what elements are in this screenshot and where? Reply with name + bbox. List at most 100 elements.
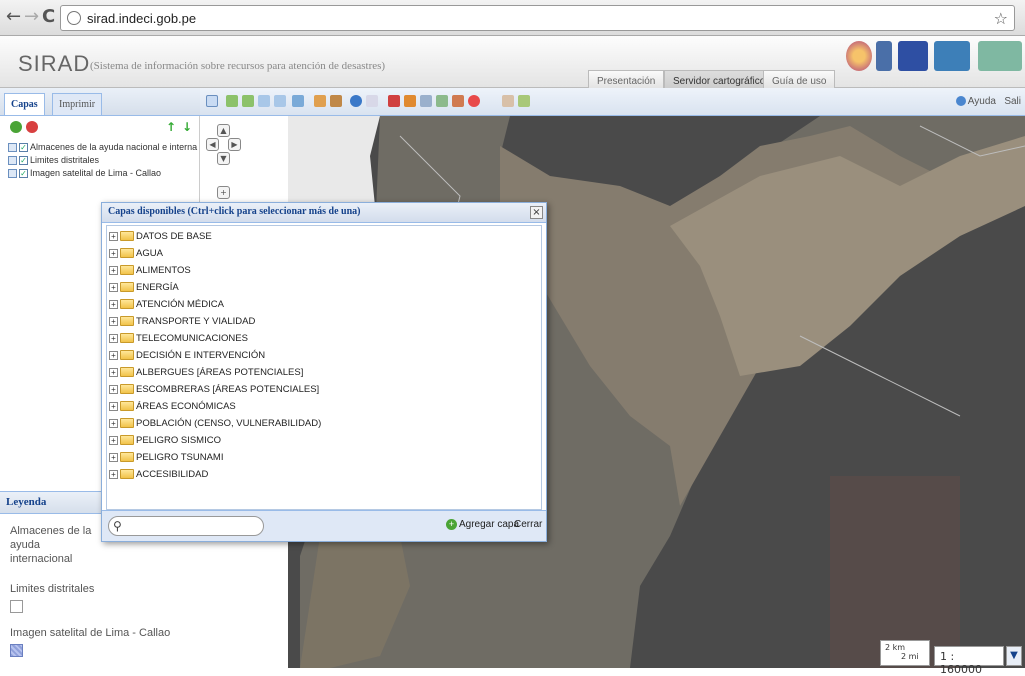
expand-icon[interactable]: + — [109, 333, 118, 343]
expand-icon[interactable]: + — [109, 282, 118, 292]
expand-icon[interactable]: + — [109, 248, 118, 258]
print-icon[interactable] — [518, 95, 530, 107]
folder-label: PELIGRO SISMICO — [136, 435, 221, 446]
tree-folder-item[interactable]: + POBLACIÓN (CENSO, VULNERABILIDAD) — [109, 416, 539, 433]
expand-icon[interactable]: + — [109, 299, 118, 309]
expand-icon[interactable]: + — [109, 418, 118, 428]
scale-mi: 2 mi — [901, 652, 919, 661]
tree-folder-item[interactable]: + DATOS DE BASE — [109, 229, 539, 246]
layer-item[interactable]: ✓ Imagen satelital de Lima - Callao — [8, 168, 198, 181]
layer-tools: ↑ ↓ — [4, 120, 196, 138]
browser-toolbar: ← → C sirad.indeci.gob.pe ☆ — [0, 0, 1025, 36]
tree-folder-item[interactable]: + ENERGÍA — [109, 280, 539, 297]
tab-imprimir[interactable]: Imprimir — [52, 93, 103, 115]
tree-folder-item[interactable]: + AGUA — [109, 246, 539, 263]
area-icon[interactable] — [330, 95, 342, 107]
scale-km: 2 km — [885, 643, 906, 652]
measure-icon[interactable] — [314, 95, 326, 107]
delete-icon[interactable] — [468, 95, 480, 107]
full-extent-icon[interactable] — [292, 95, 304, 107]
pan-icon[interactable] — [206, 95, 218, 107]
expand-icon[interactable]: + — [109, 452, 118, 462]
draw-polygon-icon[interactable] — [420, 95, 432, 107]
move-down-icon[interactable]: ↓ — [182, 120, 192, 134]
scale-select[interactable]: 1 : 160000 — [934, 646, 1004, 676]
info-icon[interactable] — [350, 95, 362, 107]
tree-folder-item[interactable]: + PELIGRO SISMICO — [109, 433, 539, 450]
search-icon: ⚲ — [113, 519, 122, 533]
forward-icon[interactable]: → — [24, 8, 39, 26]
folder-label: ALBERGUES [ÁREAS POTENCIALES] — [136, 367, 304, 378]
expand-icon[interactable]: + — [109, 265, 118, 275]
previous-view-icon[interactable] — [258, 95, 270, 107]
url-text: sirad.indeci.gob.pe — [87, 11, 197, 26]
layer-item[interactable]: ✓ Limites distritales — [8, 155, 198, 168]
close-button[interactable]: Cerrar — [514, 519, 542, 530]
folder-label: ENERGÍA — [136, 282, 179, 293]
help-label: Ayuda — [967, 96, 996, 107]
layer-checkbox[interactable]: ✓ — [19, 156, 28, 166]
exit-link[interactable]: Sali — [1004, 96, 1021, 107]
tree-folder-item[interactable]: + PELIGRO TSUNAMI — [109, 450, 539, 467]
pdf-icon[interactable] — [502, 95, 514, 107]
tree-folder-item[interactable]: + ESCOMBRERAS [ÁREAS POTENCIALES] — [109, 382, 539, 399]
folder-label: PELIGRO TSUNAMI — [136, 452, 224, 463]
expand-icon[interactable]: + — [109, 435, 118, 445]
marker-icon[interactable] — [388, 95, 400, 107]
coopi-logo — [978, 41, 1022, 71]
layer-tree: + DATOS DE BASE + AGUA + ALIMENTOS + ENERGÍA + AT… — [106, 225, 542, 510]
expand-icon[interactable]: + — [109, 231, 118, 241]
tree-folder-item[interactable]: + TELECOMUNICACIONES — [109, 331, 539, 348]
tree-folder-item[interactable]: + ALIMENTOS — [109, 263, 539, 280]
expand-icon[interactable]: + — [109, 350, 118, 360]
expand-icon[interactable]: + — [109, 401, 118, 411]
close-icon[interactable]: × — [530, 206, 543, 219]
layer-item[interactable]: ✓ Almacenes de la ayuda nacional e intern… — [8, 142, 198, 155]
next-view-icon[interactable] — [274, 95, 286, 107]
pan-right-icon[interactable]: ▶ — [228, 138, 241, 151]
clear-icon[interactable] — [366, 95, 378, 107]
zoom-out-icon[interactable] — [242, 95, 254, 107]
draw-line-icon[interactable] — [404, 95, 416, 107]
layer-checkbox[interactable]: ✓ — [19, 169, 28, 179]
help-link[interactable]: Ayuda Sali — [955, 96, 1021, 107]
undp-logo — [876, 41, 892, 71]
back-icon[interactable]: ← — [6, 8, 21, 26]
folder-label: ATENCIÓN MÉDICA — [136, 299, 224, 310]
tree-folder-item[interactable]: + ALBERGUES [ÁREAS POTENCIALES] — [109, 365, 539, 382]
tree-folder-item[interactable]: + ACCESIBILIDAD — [109, 467, 539, 484]
pan-up-icon[interactable]: ▲ — [217, 124, 230, 137]
expand-icon[interactable]: + — [109, 367, 118, 377]
zoom-plus-icon[interactable]: + — [217, 186, 230, 199]
bookmark-star-icon[interactable]: ☆ — [994, 9, 1008, 28]
layer-checkbox[interactable]: ✓ — [19, 143, 28, 153]
expand-icon[interactable]: + — [109, 469, 118, 479]
tree-folder-item[interactable]: + DECISIÓN E INTERVENCIÓN — [109, 348, 539, 365]
remove-layer-icon[interactable] — [26, 121, 38, 133]
folder-icon — [120, 401, 134, 412]
layer-label: Limites distritales — [30, 155, 100, 165]
map-toolbar: Ayuda Sali — [200, 88, 1025, 116]
add-layer-icon[interactable] — [10, 121, 22, 133]
folder-icon — [120, 384, 134, 395]
legend-item-limites: Limites distritales — [10, 583, 95, 595]
move-up-icon[interactable]: ↑ — [166, 120, 176, 134]
tree-folder-item[interactable]: + ÁREAS ECONÓMICAS — [109, 399, 539, 416]
search-input[interactable] — [108, 516, 264, 536]
pencil-icon[interactable] — [452, 95, 464, 107]
chevron-down-icon[interactable]: ▼ — [1006, 646, 1022, 666]
expand-icon[interactable]: + — [109, 384, 118, 394]
tree-folder-item[interactable]: + TRANSPORTE Y VIALIDAD — [109, 314, 539, 331]
tab-capas[interactable]: Capas — [4, 93, 45, 115]
add-layer-button[interactable]: + Agregar capa — [446, 519, 519, 530]
pan-down-icon[interactable]: ▼ — [217, 152, 230, 165]
folder-icon — [120, 265, 134, 276]
pan-left-icon[interactable]: ◀ — [206, 138, 219, 151]
edit-icon[interactable] — [436, 95, 448, 107]
reload-icon[interactable]: C — [42, 8, 55, 26]
expand-icon[interactable]: + — [109, 316, 118, 326]
zoom-in-icon[interactable] — [226, 95, 238, 107]
address-bar[interactable]: sirad.indeci.gob.pe ☆ — [60, 5, 1015, 31]
folder-label: TELECOMUNICACIONES — [136, 333, 248, 344]
tree-folder-item[interactable]: + ATENCIÓN MÉDICA — [109, 297, 539, 314]
